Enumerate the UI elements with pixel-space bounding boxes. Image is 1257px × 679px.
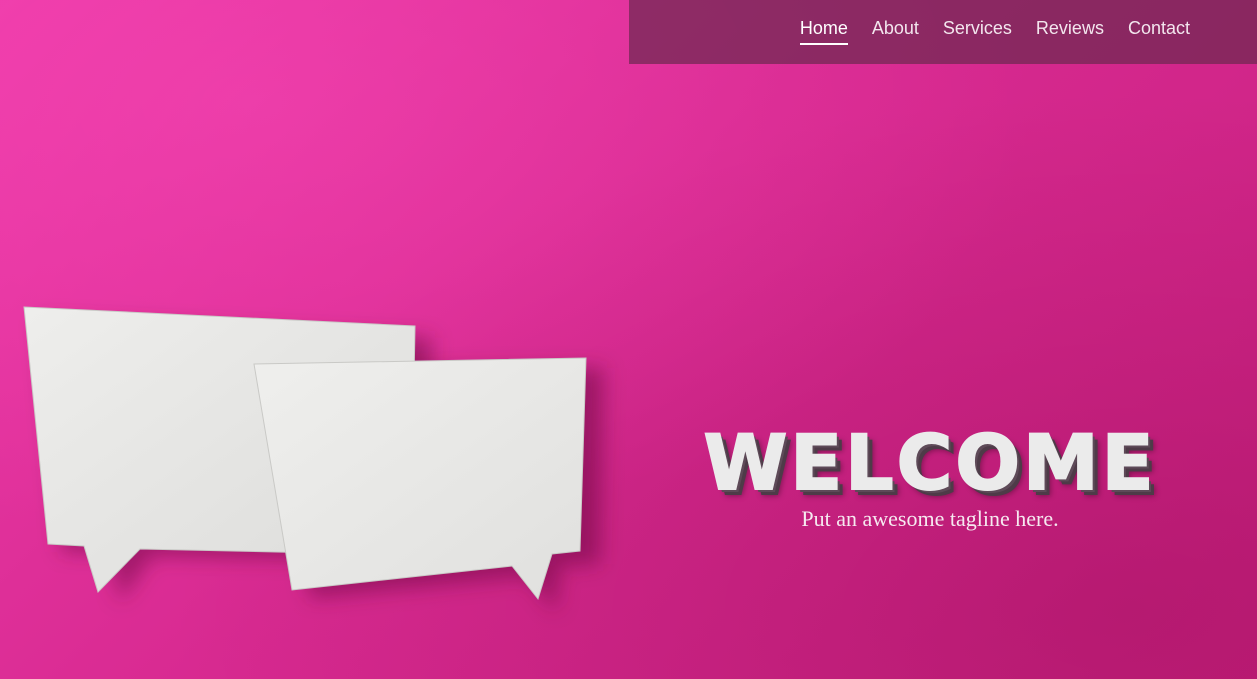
nav-link-reviews[interactable]: Reviews — [1036, 17, 1104, 45]
nav-list: Home About Services Reviews Contact — [776, 0, 1190, 64]
nav-item-reviews: Reviews — [1012, 0, 1104, 45]
nav-item-home: Home — [776, 0, 848, 45]
welcome-block: WELCOME Put an awesome tagline here. — [640, 417, 1220, 532]
nav-link-home[interactable]: Home — [799, 17, 848, 45]
nav-item-services: Services — [919, 0, 1012, 45]
welcome-tagline: Put an awesome tagline here. — [801, 506, 1059, 531]
nav-item-about: About — [848, 0, 919, 45]
speech-bubbles-illustration — [23, 306, 604, 612]
hero-background: WELCOME Put an awesome tagline here. — [0, 0, 1257, 679]
right-speech-bubble — [253, 357, 587, 601]
nav-link-about[interactable]: About — [872, 17, 919, 45]
nav-link-services[interactable]: Services — [943, 17, 1012, 45]
nav-item-contact: Contact — [1104, 0, 1190, 45]
nav-link-contact[interactable]: Contact — [1128, 17, 1190, 45]
welcome-title: WELCOME — [702, 417, 1157, 508]
top-navbar: Home About Services Reviews Contact — [629, 0, 1257, 64]
